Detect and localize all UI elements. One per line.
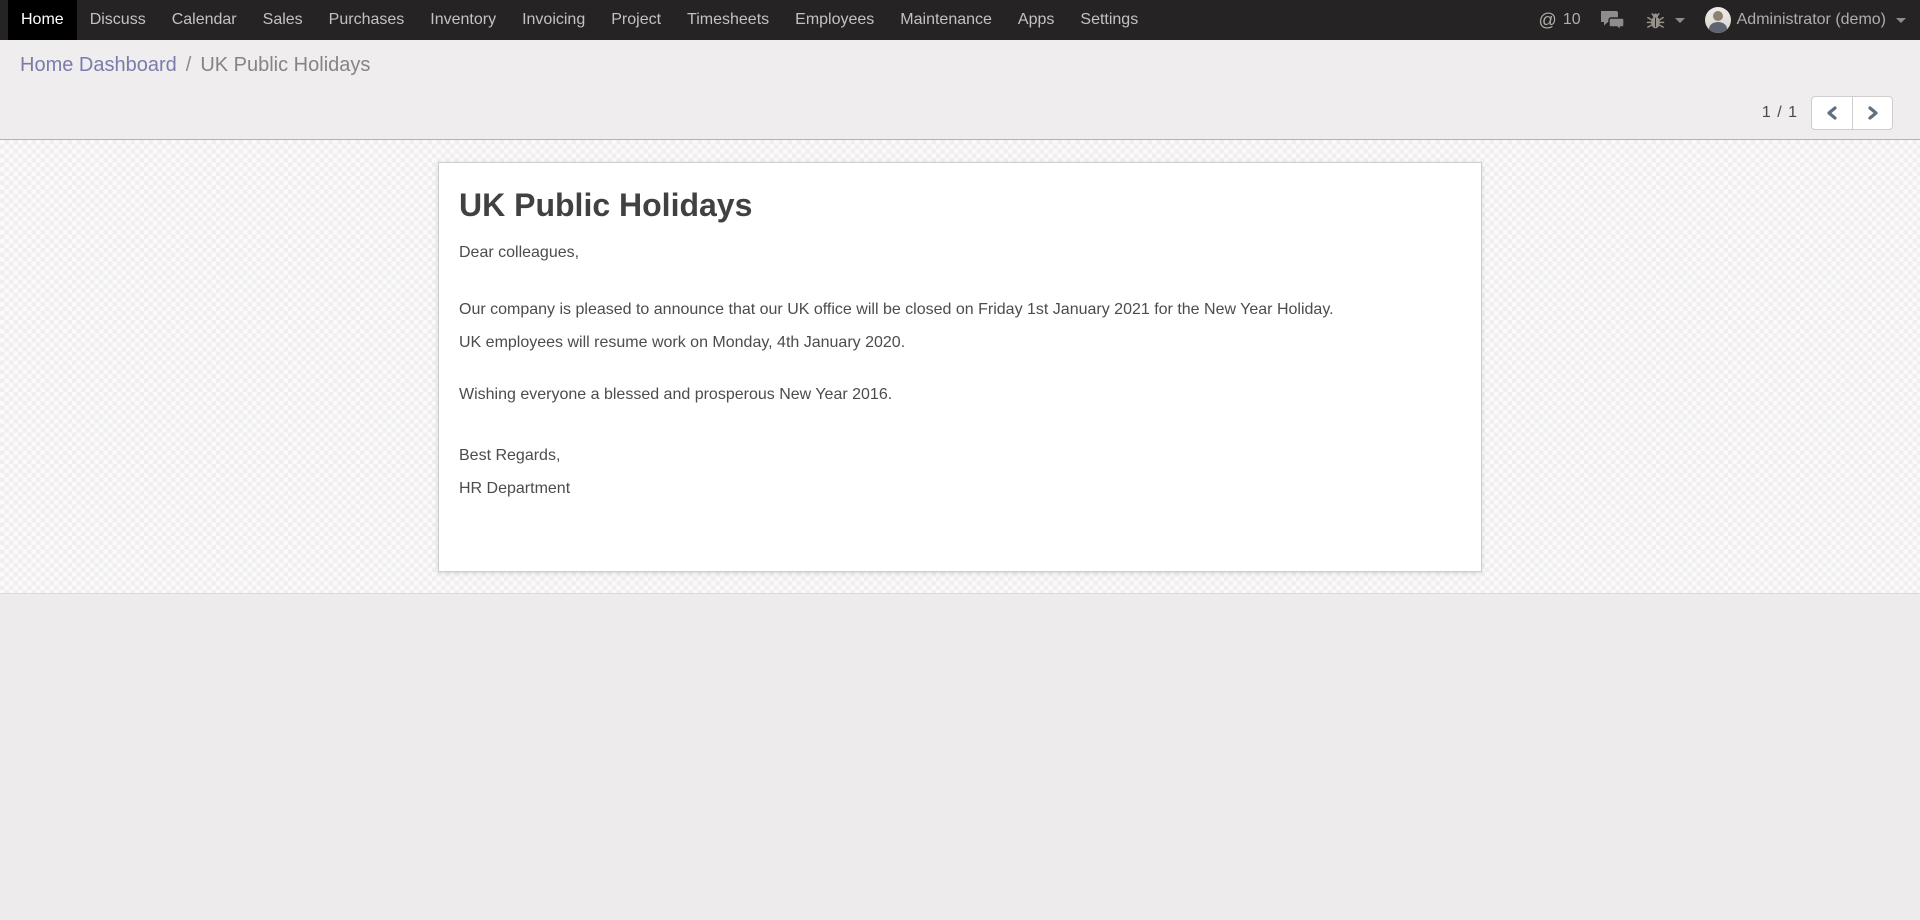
user-avatar: [1705, 7, 1731, 33]
mention-count: 10: [1563, 11, 1581, 29]
pager-previous-button[interactable]: [1811, 96, 1852, 130]
messages-button[interactable]: [1601, 10, 1626, 30]
caret-down-icon: [1675, 18, 1685, 23]
chevron-right-icon: [1867, 106, 1879, 120]
nav-item-timesheets[interactable]: Timesheets: [674, 0, 782, 40]
pager-counter: 1 / 1: [1762, 104, 1798, 122]
chevron-left-icon: [1826, 106, 1838, 120]
nav-item-calendar[interactable]: Calendar: [159, 0, 250, 40]
user-menu[interactable]: Administrator (demo): [1705, 7, 1906, 33]
systray: @ 10: [1539, 0, 1906, 40]
nav-item-maintenance[interactable]: Maintenance: [887, 0, 1005, 40]
breadcrumb: Home Dashboard / UK Public Holidays: [20, 54, 370, 77]
nav-item-settings[interactable]: Settings: [1067, 0, 1151, 40]
nav-item-sales[interactable]: Sales: [250, 0, 316, 40]
page-background: [0, 594, 1920, 920]
nav-item-home[interactable]: Home: [8, 0, 77, 40]
nav-item-invoicing[interactable]: Invoicing: [509, 0, 598, 40]
content-area: UK Public Holidays Dear colleagues, Our …: [0, 140, 1920, 594]
control-panel: Home Dashboard / UK Public Holidays 1 / …: [0, 40, 1920, 140]
pager-button-group: [1811, 96, 1893, 130]
nav-item-employees[interactable]: Employees: [782, 0, 887, 40]
user-name: Administrator (demo): [1737, 11, 1886, 29]
mentions-button[interactable]: @ 10: [1539, 11, 1581, 29]
bug-icon: [1646, 11, 1665, 30]
memo-paragraph: Our company is pleased to announce that …: [459, 298, 1461, 322]
app-menu: Home Discuss Calendar Sales Purchases In…: [8, 0, 1151, 40]
caret-down-icon: [1896, 18, 1906, 23]
top-navbar: Home Discuss Calendar Sales Purchases In…: [0, 0, 1920, 40]
pager-next-button[interactable]: [1852, 96, 1893, 130]
debug-menu-button[interactable]: [1646, 11, 1685, 30]
memo-paragraph: Best Regards,: [459, 444, 1461, 468]
nav-item-discuss[interactable]: Discuss: [77, 0, 159, 40]
memo-paragraph: UK employees will resume work on Monday,…: [459, 331, 1461, 355]
memo-title: UK Public Holidays: [459, 185, 1461, 225]
nav-item-purchases[interactable]: Purchases: [316, 0, 418, 40]
nav-item-project[interactable]: Project: [598, 0, 674, 40]
memo-paragraph: HR Department: [459, 477, 1461, 501]
nav-item-apps[interactable]: Apps: [1005, 0, 1067, 40]
memo-card: UK Public Holidays Dear colleagues, Our …: [438, 162, 1482, 572]
pager: 1 / 1: [1762, 96, 1893, 130]
nav-item-inventory[interactable]: Inventory: [417, 0, 509, 40]
breadcrumb-separator: /: [186, 54, 192, 77]
memo-paragraph: Wishing everyone a blessed and prosperou…: [459, 383, 1461, 407]
chat-bubbles-icon: [1601, 10, 1626, 30]
at-icon: @: [1539, 11, 1557, 29]
breadcrumb-home-dashboard-link[interactable]: Home Dashboard: [20, 54, 177, 77]
memo-paragraph: Dear colleagues,: [459, 241, 1461, 265]
breadcrumb-current: UK Public Holidays: [200, 54, 370, 77]
